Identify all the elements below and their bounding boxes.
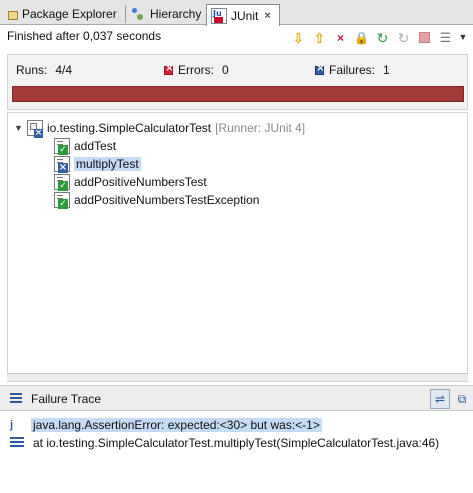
test-progress-bar — [12, 86, 464, 102]
test-suite-failed-icon — [27, 119, 43, 138]
test-passed-icon — [54, 191, 70, 209]
package-icon — [8, 10, 18, 20]
test-failed-icon — [54, 155, 70, 173]
test-name: addTest — [74, 138, 117, 153]
java-exception-icon: j — [10, 419, 14, 431]
stop-button[interactable] — [415, 28, 434, 47]
previous-failure-button[interactable]: ⇧ — [310, 28, 329, 47]
filter-stack-trace-button[interactable]: ⇌ — [430, 389, 450, 409]
chevron-down-icon: ▼ — [458, 32, 468, 42]
runs-counter: Runs: 4/4 — [16, 63, 72, 77]
previous-failure-icon: ⇧ — [313, 29, 326, 46]
view-menu-button[interactable]: ▼ — [457, 28, 469, 47]
errors-value: 0 — [222, 63, 229, 77]
tree-test-item[interactable]: addPositiveNumbersTestException — [54, 191, 260, 209]
tab-junit[interactable]: JUnit × — [206, 4, 280, 26]
tab-label: Hierarchy — [150, 7, 202, 21]
trace-line-text: java.lang.AssertionError: expected:<30> … — [31, 418, 322, 432]
test-tree: ▼ io.testing.SimpleCalculatorTest [Runne… — [7, 112, 468, 374]
rerun-failed-first-icon: ↻ — [397, 29, 410, 46]
test-name: addPositiveNumbersTestException — [74, 192, 260, 207]
tab-label: Package Explorer — [22, 7, 117, 21]
rerun-button[interactable]: ↻ — [373, 28, 392, 47]
failure-trace-header: Failure Trace ⇌ ⧉ — [0, 385, 473, 411]
junit-toolbar: ⇩ ⇧ × 🔒 ↻ ↻ ☰ ▼ — [289, 28, 469, 47]
tree-horizontal-scrollbar[interactable] — [7, 374, 468, 382]
finished-message: Finished after 0,037 seconds — [7, 29, 162, 43]
rerun-icon: ↻ — [376, 29, 389, 46]
tree-test-item[interactable]: addPositiveNumbersTest — [54, 173, 207, 191]
compare-results-button[interactable]: ⧉ — [452, 389, 472, 409]
failures-label: Failures: — [329, 63, 376, 77]
test-passed-icon — [54, 173, 70, 191]
suite-runner: [Runner: JUnit 4] — [215, 120, 306, 135]
junit-icon — [211, 7, 227, 24]
junit-status-row: Finished after 0,037 seconds ⇩ ⇧ × 🔒 ↻ ↻… — [0, 26, 473, 48]
failures-counter: Failures: 1 — [315, 63, 390, 77]
error-icon — [164, 63, 174, 75]
suite-name: io.testing.SimpleCalculatorTest — [47, 120, 212, 135]
test-name: addPositiveNumbersTest — [74, 174, 207, 189]
tree-test-item[interactable]: multiplyTest — [54, 155, 141, 173]
compare-icon: ⧉ — [457, 391, 467, 406]
view-tab-bar: Package Explorer Hierarchy JUnit × — [0, 0, 473, 26]
stack-trace-icon — [10, 393, 22, 403]
tab-package-explorer[interactable]: Package Explorer — [4, 3, 126, 25]
failures-value: 1 — [383, 63, 390, 77]
runs-label: Runs: — [16, 63, 48, 77]
errors-counter: Errors: 0 — [164, 63, 229, 77]
rerun-failed-first-button[interactable]: ↻ — [394, 28, 413, 47]
stack-frame-icon — [10, 437, 24, 449]
scroll-lock-button[interactable]: 🔒 — [352, 28, 371, 47]
failure-icon — [315, 63, 325, 75]
test-run-history-button[interactable]: ☰ — [436, 28, 455, 47]
failure-trace-list: j java.lang.AssertionError: expected:<30… — [0, 412, 473, 493]
test-counters-panel: Runs: 4/4 Errors: 0 Failures: 1 — [7, 54, 468, 110]
next-failure-icon: ⇩ — [292, 29, 305, 46]
errors-label: Errors: — [178, 63, 214, 77]
tree-test-item[interactable]: addTest — [54, 137, 117, 155]
show-failures-only-button[interactable]: × — [331, 28, 350, 47]
trace-line[interactable]: at io.testing.SimpleCalculatorTest.multi… — [10, 434, 439, 452]
test-name: multiplyTest — [74, 156, 141, 171]
test-run-history-icon: ☰ — [439, 30, 452, 45]
runs-value: 4/4 — [55, 63, 73, 77]
next-failure-button[interactable]: ⇩ — [289, 28, 308, 47]
failure-trace-title: Failure Trace — [31, 392, 102, 406]
trace-line[interactable]: j java.lang.AssertionError: expected:<30… — [10, 416, 322, 434]
tab-label: JUnit — [231, 8, 259, 23]
expand-toggle-icon[interactable]: ▼ — [14, 123, 24, 133]
filter-icon: ⇌ — [434, 392, 446, 406]
stop-icon — [419, 32, 430, 43]
trace-line-text: at io.testing.SimpleCalculatorTest.multi… — [33, 436, 440, 450]
scroll-lock-icon: 🔒 — [354, 30, 369, 45]
tab-hierarchy[interactable]: Hierarchy — [126, 3, 206, 25]
test-passed-icon — [54, 137, 70, 155]
hierarchy-icon — [130, 6, 146, 22]
show-failures-only-icon: × — [336, 30, 344, 45]
tree-suite-node[interactable]: ▼ io.testing.SimpleCalculatorTest [Runne… — [14, 119, 306, 138]
close-icon[interactable]: × — [264, 10, 270, 22]
